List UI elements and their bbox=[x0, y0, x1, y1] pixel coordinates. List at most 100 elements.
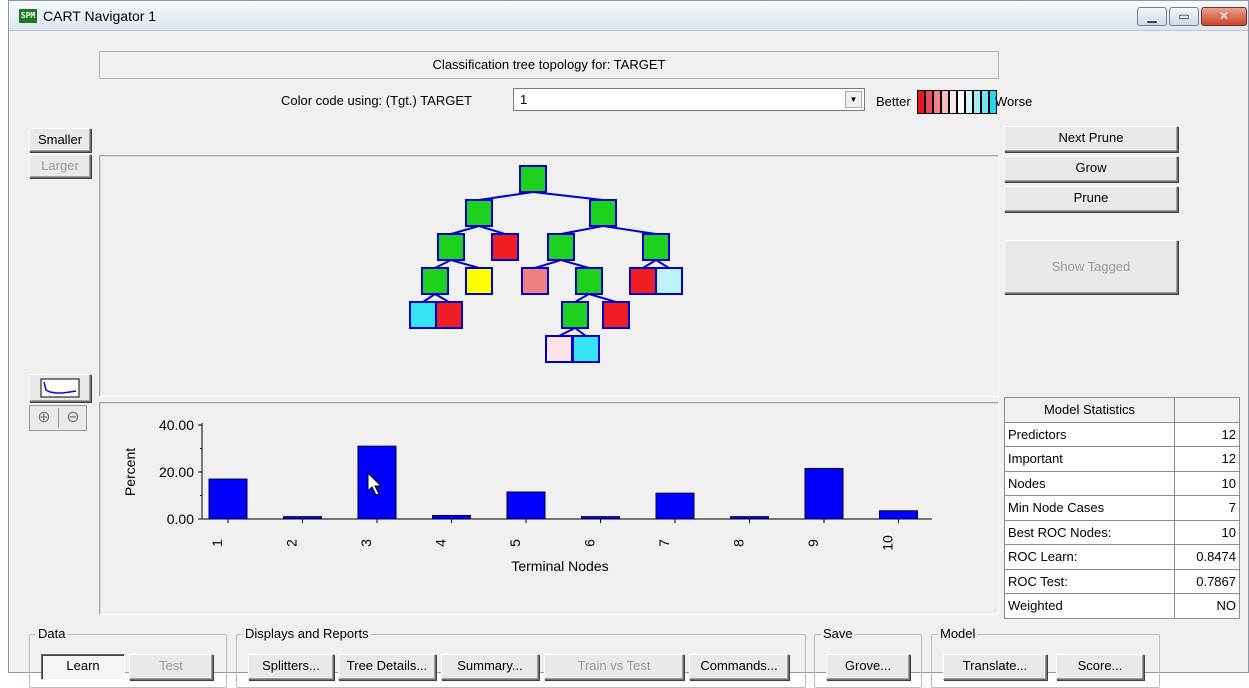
color-code-label: Color code using: (Tgt.) TARGET bbox=[281, 93, 472, 108]
tree-diagram[interactable] bbox=[100, 156, 998, 396]
y-tick-label: 0.00 bbox=[167, 511, 194, 527]
minimize-button[interactable]: ▁ bbox=[1137, 7, 1167, 26]
tree-edge bbox=[434, 259, 452, 269]
stats-header-blank bbox=[1174, 397, 1240, 423]
tree-node[interactable] bbox=[437, 233, 465, 261]
train-vs-test-button[interactable]: Train vs Test bbox=[544, 654, 684, 680]
bar[interactable] bbox=[506, 491, 546, 520]
stats-row: Best ROC Nodes: 10 bbox=[1004, 519, 1240, 545]
tree-node[interactable] bbox=[465, 267, 493, 295]
bar[interactable] bbox=[730, 516, 769, 520]
color-legend bbox=[917, 90, 997, 114]
summary-button[interactable]: Summary... bbox=[441, 654, 539, 680]
bar[interactable] bbox=[208, 478, 248, 520]
tree-node[interactable] bbox=[572, 335, 600, 363]
tree-node[interactable] bbox=[421, 267, 449, 295]
tree-edge bbox=[588, 293, 617, 303]
bar[interactable] bbox=[283, 516, 322, 520]
displays-and-reports-group: Displays and Reports Splitters... Tree D… bbox=[236, 626, 806, 688]
zoom-controls: ⊕ ⊖ bbox=[29, 405, 87, 431]
stats-row: Important 12 bbox=[1004, 446, 1240, 472]
spm-app-icon: SPM bbox=[19, 9, 37, 23]
larger-button[interactable]: Larger bbox=[29, 154, 91, 178]
x-tick-label: 2 bbox=[284, 539, 300, 547]
y-tick-label: 20.00 bbox=[159, 464, 194, 480]
x-tick-label: 6 bbox=[582, 539, 598, 547]
prune-button[interactable]: Prune bbox=[1004, 186, 1178, 212]
tree-edge bbox=[434, 293, 450, 303]
next-prune-button[interactable]: Next Prune bbox=[1004, 126, 1178, 152]
tree-edge bbox=[534, 259, 562, 269]
tree-edge bbox=[574, 293, 590, 303]
bar[interactable] bbox=[581, 516, 620, 520]
y-tick-label: 40.00 bbox=[159, 417, 194, 433]
y-axis-label: Percent bbox=[122, 448, 138, 496]
dropdown-arrow-icon[interactable]: ▼ bbox=[845, 91, 862, 108]
data-group: Data Learn Test bbox=[29, 626, 227, 688]
terminal-node-chart-panel: 0.00 20.00 40.00 Percent 1 2 3 4 5 6 7 8 9 10 Terminal… bbox=[99, 402, 999, 615]
bar[interactable] bbox=[655, 492, 695, 520]
close-icon: ✕ bbox=[1218, 9, 1230, 23]
model-group-title: Model bbox=[938, 626, 978, 641]
bar[interactable] bbox=[804, 467, 844, 520]
grove-button[interactable]: Grove... bbox=[826, 654, 910, 680]
zoom-out-icon[interactable]: ⊖ bbox=[59, 406, 87, 430]
save-group: Save Grove... bbox=[814, 626, 922, 688]
x-tick-label: 5 bbox=[507, 539, 523, 547]
bar[interactable] bbox=[879, 510, 918, 520]
save-group-title: Save bbox=[821, 626, 855, 641]
legend-swatch bbox=[941, 90, 949, 114]
cart-navigator-window: SPM CART Navigator 1 ▁ ▭ ✕ Classificatio… bbox=[8, 0, 1249, 688]
maximize-button[interactable]: ▭ bbox=[1169, 7, 1199, 26]
close-button[interactable]: ✕ bbox=[1201, 7, 1247, 26]
legend-swatch bbox=[965, 90, 973, 114]
tree-node[interactable] bbox=[547, 233, 575, 261]
stats-row: ROC Learn: 0.8474 bbox=[1004, 544, 1240, 570]
stats-label: Important bbox=[1004, 446, 1175, 472]
tree-node[interactable] bbox=[561, 301, 589, 329]
tree-node[interactable] bbox=[491, 233, 519, 261]
x-tick-label: 3 bbox=[358, 539, 374, 547]
stats-row: ROC Test: 0.7867 bbox=[1004, 568, 1240, 594]
test-button[interactable]: Test bbox=[129, 654, 213, 680]
tree-node[interactable] bbox=[589, 199, 617, 227]
tree-node[interactable] bbox=[545, 335, 573, 363]
zoom-in-icon[interactable]: ⊕ bbox=[30, 406, 58, 430]
tree-details-button[interactable]: Tree Details... bbox=[338, 654, 436, 680]
commands-button[interactable]: Commands... bbox=[689, 654, 789, 680]
tree-node[interactable] bbox=[602, 301, 630, 329]
x-tick-label: 1 bbox=[209, 539, 225, 547]
tree-node[interactable] bbox=[521, 267, 549, 295]
tree-node[interactable] bbox=[575, 267, 603, 295]
color-code-dropdown[interactable]: 1 ▼ bbox=[513, 88, 865, 111]
learn-button[interactable]: Learn bbox=[41, 654, 125, 680]
tree-node[interactable] bbox=[435, 301, 463, 329]
topology-title: Classification tree topology for: TARGET bbox=[99, 51, 999, 79]
grow-button[interactable]: Grow bbox=[1004, 156, 1178, 182]
tree-node[interactable] bbox=[409, 301, 437, 329]
legend-swatch bbox=[957, 90, 965, 114]
tree-node[interactable] bbox=[655, 267, 683, 295]
show-tagged-button[interactable]: Show Tagged bbox=[1004, 240, 1178, 294]
title-bar[interactable]: SPM CART Navigator 1 ▁ ▭ ✕ bbox=[9, 1, 1248, 31]
stats-header-row: Model Statistics bbox=[1004, 397, 1240, 423]
translate-button[interactable]: Translate... bbox=[943, 654, 1047, 680]
tree-node[interactable] bbox=[642, 233, 670, 261]
chart-view-toggle-button[interactable] bbox=[29, 374, 91, 402]
tree-node[interactable] bbox=[629, 267, 657, 295]
tree-edge bbox=[450, 259, 480, 269]
stats-label: Nodes bbox=[1004, 470, 1175, 496]
stats-label: ROC Test: bbox=[1004, 568, 1175, 594]
legend-swatch bbox=[949, 90, 957, 114]
smaller-button[interactable]: Smaller bbox=[29, 128, 91, 152]
tree-node[interactable] bbox=[519, 165, 547, 193]
bar-chart: 0.00 20.00 40.00 Percent 1 2 3 4 5 6 7 8 9 10 Terminal… bbox=[122, 417, 932, 574]
stats-value: 12 bbox=[1174, 421, 1240, 447]
legend-worse-label: Worse bbox=[995, 94, 1033, 109]
bar[interactable] bbox=[432, 514, 471, 520]
x-tick-label: 8 bbox=[731, 539, 747, 547]
tree-edge bbox=[602, 225, 657, 235]
tree-node[interactable] bbox=[465, 199, 493, 227]
splitters-button[interactable]: Splitters... bbox=[248, 654, 334, 680]
score-button[interactable]: Score... bbox=[1056, 654, 1144, 680]
